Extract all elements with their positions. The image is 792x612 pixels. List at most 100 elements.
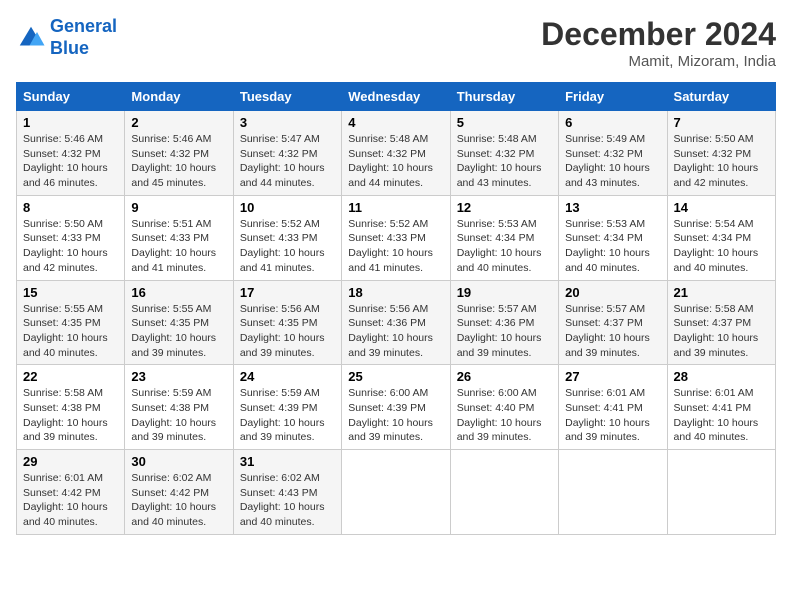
day-cell: 28 Sunrise: 6:01 AMSunset: 4:41 PMDaylig… bbox=[667, 365, 775, 450]
day-number: 3 bbox=[240, 115, 335, 130]
day-cell: 12 Sunrise: 5:53 AMSunset: 4:34 PMDaylig… bbox=[450, 195, 558, 280]
day-number: 26 bbox=[457, 369, 552, 384]
column-header-monday: Monday bbox=[125, 83, 233, 111]
day-cell: 17 Sunrise: 5:56 AMSunset: 4:35 PMDaylig… bbox=[233, 280, 341, 365]
day-cell: 10 Sunrise: 5:52 AMSunset: 4:33 PMDaylig… bbox=[233, 195, 341, 280]
day-info: Sunrise: 5:50 AMSunset: 4:33 PMDaylight:… bbox=[23, 218, 108, 274]
day-info: Sunrise: 5:47 AMSunset: 4:32 PMDaylight:… bbox=[240, 133, 325, 189]
day-number: 21 bbox=[674, 285, 769, 300]
day-cell: 4 Sunrise: 5:48 AMSunset: 4:32 PMDayligh… bbox=[342, 111, 450, 196]
day-cell: 7 Sunrise: 5:50 AMSunset: 4:32 PMDayligh… bbox=[667, 111, 775, 196]
day-number: 7 bbox=[674, 115, 769, 130]
location: Mamit, Mizoram, India bbox=[541, 53, 776, 70]
column-header-tuesday: Tuesday bbox=[233, 83, 341, 111]
day-info: Sunrise: 6:02 AMSunset: 4:43 PMDaylight:… bbox=[240, 472, 325, 528]
day-info: Sunrise: 6:00 AMSunset: 4:40 PMDaylight:… bbox=[457, 387, 542, 443]
day-info: Sunrise: 5:55 AMSunset: 4:35 PMDaylight:… bbox=[23, 303, 108, 359]
day-info: Sunrise: 5:59 AMSunset: 4:39 PMDaylight:… bbox=[240, 387, 325, 443]
day-number: 4 bbox=[348, 115, 443, 130]
day-number: 16 bbox=[131, 285, 226, 300]
day-cell: 16 Sunrise: 5:55 AMSunset: 4:35 PMDaylig… bbox=[125, 280, 233, 365]
day-cell bbox=[667, 450, 775, 535]
title-block: December 2024 Mamit, Mizoram, India bbox=[541, 16, 776, 70]
day-cell: 21 Sunrise: 5:58 AMSunset: 4:37 PMDaylig… bbox=[667, 280, 775, 365]
week-row-2: 8 Sunrise: 5:50 AMSunset: 4:33 PMDayligh… bbox=[17, 195, 776, 280]
week-row-1: 1 Sunrise: 5:46 AMSunset: 4:32 PMDayligh… bbox=[17, 111, 776, 196]
logo-line1: General bbox=[50, 16, 117, 36]
day-number: 9 bbox=[131, 200, 226, 215]
day-info: Sunrise: 5:48 AMSunset: 4:32 PMDaylight:… bbox=[348, 133, 433, 189]
day-number: 18 bbox=[348, 285, 443, 300]
day-info: Sunrise: 5:55 AMSunset: 4:35 PMDaylight:… bbox=[131, 303, 216, 359]
day-info: Sunrise: 5:58 AMSunset: 4:38 PMDaylight:… bbox=[23, 387, 108, 443]
day-cell bbox=[342, 450, 450, 535]
day-number: 6 bbox=[565, 115, 660, 130]
day-number: 12 bbox=[457, 200, 552, 215]
day-cell: 6 Sunrise: 5:49 AMSunset: 4:32 PMDayligh… bbox=[559, 111, 667, 196]
day-info: Sunrise: 5:53 AMSunset: 4:34 PMDaylight:… bbox=[457, 218, 542, 274]
day-number: 20 bbox=[565, 285, 660, 300]
column-header-wednesday: Wednesday bbox=[342, 83, 450, 111]
day-cell: 19 Sunrise: 5:57 AMSunset: 4:36 PMDaylig… bbox=[450, 280, 558, 365]
day-info: Sunrise: 6:01 AMSunset: 4:41 PMDaylight:… bbox=[674, 387, 759, 443]
day-info: Sunrise: 5:58 AMSunset: 4:37 PMDaylight:… bbox=[674, 303, 759, 359]
day-info: Sunrise: 5:46 AMSunset: 4:32 PMDaylight:… bbox=[131, 133, 216, 189]
logo-icon bbox=[16, 23, 46, 53]
day-cell: 3 Sunrise: 5:47 AMSunset: 4:32 PMDayligh… bbox=[233, 111, 341, 196]
day-info: Sunrise: 5:54 AMSunset: 4:34 PMDaylight:… bbox=[674, 218, 759, 274]
day-cell: 8 Sunrise: 5:50 AMSunset: 4:33 PMDayligh… bbox=[17, 195, 125, 280]
day-info: Sunrise: 6:02 AMSunset: 4:42 PMDaylight:… bbox=[131, 472, 216, 528]
day-number: 14 bbox=[674, 200, 769, 215]
day-cell: 30 Sunrise: 6:02 AMSunset: 4:42 PMDaylig… bbox=[125, 450, 233, 535]
day-cell: 14 Sunrise: 5:54 AMSunset: 4:34 PMDaylig… bbox=[667, 195, 775, 280]
day-cell: 2 Sunrise: 5:46 AMSunset: 4:32 PMDayligh… bbox=[125, 111, 233, 196]
day-number: 28 bbox=[674, 369, 769, 384]
day-info: Sunrise: 5:56 AMSunset: 4:35 PMDaylight:… bbox=[240, 303, 325, 359]
day-info: Sunrise: 5:46 AMSunset: 4:32 PMDaylight:… bbox=[23, 133, 108, 189]
day-cell: 24 Sunrise: 5:59 AMSunset: 4:39 PMDaylig… bbox=[233, 365, 341, 450]
logo-text: General Blue bbox=[50, 16, 117, 59]
day-number: 30 bbox=[131, 454, 226, 469]
day-number: 11 bbox=[348, 200, 443, 215]
day-cell: 13 Sunrise: 5:53 AMSunset: 4:34 PMDaylig… bbox=[559, 195, 667, 280]
day-info: Sunrise: 5:49 AMSunset: 4:32 PMDaylight:… bbox=[565, 133, 650, 189]
day-info: Sunrise: 5:51 AMSunset: 4:33 PMDaylight:… bbox=[131, 218, 216, 274]
day-cell: 22 Sunrise: 5:58 AMSunset: 4:38 PMDaylig… bbox=[17, 365, 125, 450]
day-info: Sunrise: 5:56 AMSunset: 4:36 PMDaylight:… bbox=[348, 303, 433, 359]
day-number: 5 bbox=[457, 115, 552, 130]
day-number: 2 bbox=[131, 115, 226, 130]
column-header-saturday: Saturday bbox=[667, 83, 775, 111]
day-info: Sunrise: 5:50 AMSunset: 4:32 PMDaylight:… bbox=[674, 133, 759, 189]
day-number: 31 bbox=[240, 454, 335, 469]
day-number: 1 bbox=[23, 115, 118, 130]
logo: General Blue bbox=[16, 16, 117, 59]
day-number: 22 bbox=[23, 369, 118, 384]
day-cell: 18 Sunrise: 5:56 AMSunset: 4:36 PMDaylig… bbox=[342, 280, 450, 365]
day-number: 23 bbox=[131, 369, 226, 384]
day-cell bbox=[559, 450, 667, 535]
day-info: Sunrise: 6:01 AMSunset: 4:42 PMDaylight:… bbox=[23, 472, 108, 528]
logo-line2: Blue bbox=[50, 38, 89, 58]
header-row: SundayMondayTuesdayWednesdayThursdayFrid… bbox=[17, 83, 776, 111]
day-info: Sunrise: 5:52 AMSunset: 4:33 PMDaylight:… bbox=[240, 218, 325, 274]
day-number: 29 bbox=[23, 454, 118, 469]
day-cell: 31 Sunrise: 6:02 AMSunset: 4:43 PMDaylig… bbox=[233, 450, 341, 535]
week-row-4: 22 Sunrise: 5:58 AMSunset: 4:38 PMDaylig… bbox=[17, 365, 776, 450]
day-info: Sunrise: 5:59 AMSunset: 4:38 PMDaylight:… bbox=[131, 387, 216, 443]
day-cell: 11 Sunrise: 5:52 AMSunset: 4:33 PMDaylig… bbox=[342, 195, 450, 280]
day-info: Sunrise: 5:53 AMSunset: 4:34 PMDaylight:… bbox=[565, 218, 650, 274]
day-cell: 29 Sunrise: 6:01 AMSunset: 4:42 PMDaylig… bbox=[17, 450, 125, 535]
day-cell: 27 Sunrise: 6:01 AMSunset: 4:41 PMDaylig… bbox=[559, 365, 667, 450]
day-cell: 9 Sunrise: 5:51 AMSunset: 4:33 PMDayligh… bbox=[125, 195, 233, 280]
day-number: 17 bbox=[240, 285, 335, 300]
column-header-thursday: Thursday bbox=[450, 83, 558, 111]
column-header-friday: Friday bbox=[559, 83, 667, 111]
column-header-sunday: Sunday bbox=[17, 83, 125, 111]
day-number: 13 bbox=[565, 200, 660, 215]
day-info: Sunrise: 5:48 AMSunset: 4:32 PMDaylight:… bbox=[457, 133, 542, 189]
day-cell: 26 Sunrise: 6:00 AMSunset: 4:40 PMDaylig… bbox=[450, 365, 558, 450]
day-info: Sunrise: 6:00 AMSunset: 4:39 PMDaylight:… bbox=[348, 387, 433, 443]
week-row-5: 29 Sunrise: 6:01 AMSunset: 4:42 PMDaylig… bbox=[17, 450, 776, 535]
day-info: Sunrise: 6:01 AMSunset: 4:41 PMDaylight:… bbox=[565, 387, 650, 443]
day-cell: 5 Sunrise: 5:48 AMSunset: 4:32 PMDayligh… bbox=[450, 111, 558, 196]
